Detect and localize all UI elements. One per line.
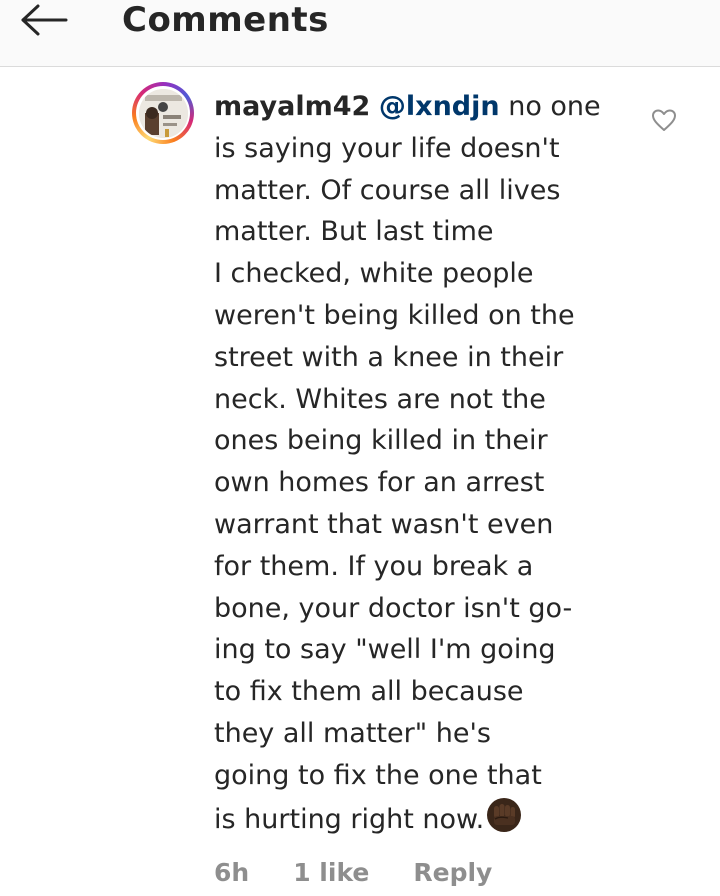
page-title: Comments xyxy=(122,0,329,40)
back-button[interactable] xyxy=(18,0,78,40)
comment-line: neck. Whites are not the xyxy=(214,383,546,415)
reply-button[interactable]: Reply xyxy=(413,858,492,887)
back-arrow-icon xyxy=(21,4,68,36)
comment-body: mayalm42 @lxndjn no one is saying your l… xyxy=(214,86,634,845)
header-bar: Comments xyxy=(0,0,720,67)
comment-line: matter. But last time xyxy=(214,216,494,248)
comment-line: to fix them all because xyxy=(214,676,524,708)
comment-line: warrant that wasn't even xyxy=(214,508,554,540)
comment-line: matter. Of course all lives xyxy=(214,174,561,206)
comment-mention[interactable]: @lxndjn xyxy=(379,91,500,122)
avatar[interactable] xyxy=(132,82,194,144)
comment-line: bone, your doctor isn't go- xyxy=(214,592,573,624)
comment-line: ones being killed in their xyxy=(214,425,548,457)
raised-fist-icon xyxy=(486,797,522,846)
comment-line: they all matter" he's xyxy=(214,717,491,749)
comment-time: 6h xyxy=(214,857,250,887)
heart-outline-icon[interactable] xyxy=(650,106,678,134)
avatar-photo xyxy=(138,88,188,138)
comment-line: no one xyxy=(508,91,601,122)
comment-line: ing to say "well I'm going xyxy=(214,634,556,666)
comment-line: for them. If you break a xyxy=(214,550,534,582)
comment-line: own homes for an arrest xyxy=(214,467,545,499)
comment-meta: 6h 1 like Reply xyxy=(214,852,536,892)
comment-likes[interactable]: 1 like xyxy=(293,858,369,887)
comment-line: going to fix the one that xyxy=(214,759,542,791)
comment-line: is saying your life doesn't xyxy=(214,132,560,164)
comment-line: weren't being killed on the xyxy=(214,299,575,331)
comment-username[interactable]: mayalm42 xyxy=(214,91,370,122)
comment-line: I checked, white people xyxy=(214,258,534,290)
comment-line: street with a knee in their xyxy=(214,341,564,373)
comment-line: is hurting right now. xyxy=(214,803,485,835)
